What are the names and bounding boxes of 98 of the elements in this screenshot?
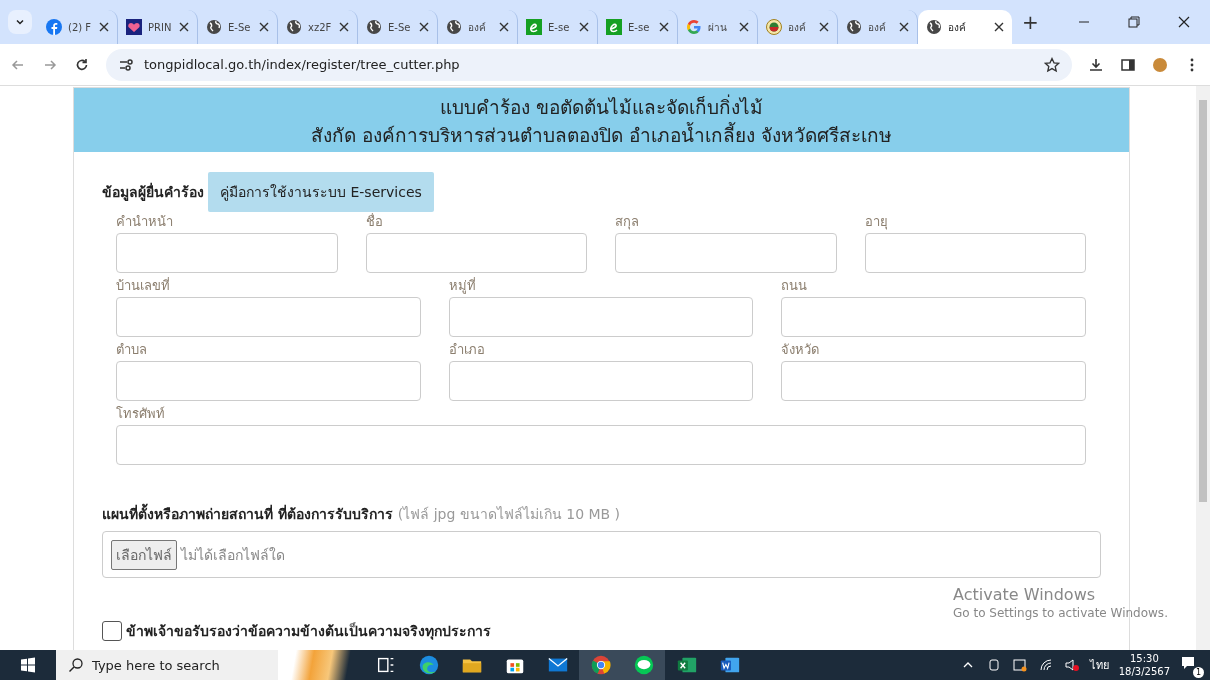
caret-icon (15, 17, 25, 27)
windows-start-icon[interactable] (20, 657, 36, 673)
tab-title: องค์ (468, 20, 487, 35)
new-tab-button[interactable]: + (1022, 12, 1039, 32)
heart-app-icon (126, 19, 142, 35)
field-label: คำนำหน้า (116, 214, 174, 230)
emblem-icon (766, 19, 782, 35)
notification-icon (1180, 655, 1196, 671)
close-icon[interactable] (99, 22, 109, 32)
close-icon[interactable] (659, 22, 669, 32)
input-field[interactable] (448, 297, 754, 337)
taskbar-search-field[interactable]: Type here to search (56, 650, 278, 680)
input-field[interactable] (615, 233, 837, 273)
globe-icon (366, 19, 382, 35)
search-icon (68, 657, 84, 673)
profile-avatar-icon[interactable] (1152, 56, 1168, 73)
activation-title: Activate Windows (953, 585, 1097, 604)
scrollbar[interactable] (1196, 86, 1210, 650)
screen-icon[interactable] (1011, 657, 1028, 673)
restore-icon[interactable] (1126, 14, 1142, 30)
close-icon[interactable] (994, 22, 1004, 32)
address-bar[interactable]: tongpidlocal.go.th/index/register/tree_cutter.php (106, 48, 1072, 81)
consent-checkbox[interactable] (102, 621, 122, 641)
field-label: ตำบล (116, 342, 148, 358)
browser-tab[interactable]: องค์ (918, 10, 1012, 44)
section-label: ข้อมูลผู้ยื่นคำร้อง (102, 181, 204, 203)
input-field[interactable] (864, 233, 1086, 273)
tab-title: PRIN (148, 21, 173, 33)
star-icon[interactable] (1044, 56, 1060, 73)
file-upload-field[interactable]: เลือกไฟล์ ไม่ได้เลือกไฟล์ใด (102, 531, 1101, 578)
tab-title: E-se (548, 21, 571, 33)
google-icon (686, 19, 702, 35)
field-label: จังหวัด (781, 342, 821, 358)
input-field[interactable] (781, 297, 1086, 337)
speaker-muted-icon[interactable] (1063, 657, 1080, 673)
close-icon[interactable] (499, 22, 509, 32)
e-letter-icon (526, 19, 542, 35)
close-icon[interactable] (419, 22, 429, 32)
site-settings-icon[interactable] (118, 56, 134, 73)
form-title: สังกัด องค์การบริหารส่วนตำบลตองปิด อำเภอน้ำเกลี้ยง จังหวัดศรีสะเกษ (309, 121, 894, 148)
close-icon[interactable] (579, 22, 589, 32)
consent-text: ข้าพเจ้าขอรับรองว่าข้อความข้างต้นเป็นความจริงทุกประการ (126, 621, 491, 642)
reload-icon[interactable] (74, 56, 90, 73)
side-panel-icon[interactable] (1120, 56, 1136, 73)
close-icon[interactable] (819, 22, 829, 32)
download-icon[interactable] (1088, 56, 1104, 73)
clock[interactable]: 15:30 18/3/2567 (1118, 652, 1170, 678)
tab-title: E-se (628, 21, 651, 33)
input-field[interactable] (116, 297, 421, 337)
field-label: ถนน (781, 278, 809, 294)
globe-icon (846, 19, 862, 35)
close-icon[interactable] (739, 22, 749, 32)
field-label: ชื่อ (365, 214, 384, 230)
field-label: โทรศัพท์ (116, 406, 166, 422)
tab-title: E-Se (388, 21, 412, 33)
close-icon[interactable] (259, 22, 269, 32)
activation-text: Go to Settings to activate Windows. (953, 606, 1168, 620)
input-field[interactable] (116, 233, 338, 273)
close-icon[interactable] (339, 22, 349, 32)
field-label: หมู่ที่ (448, 278, 477, 294)
tab-title: E-Se (228, 21, 252, 33)
field-label: บ้านเลขที่ (116, 278, 171, 294)
input-field[interactable] (781, 361, 1086, 401)
close-icon[interactable] (899, 22, 909, 32)
close-icon[interactable] (1176, 14, 1192, 30)
close-icon[interactable] (179, 22, 189, 32)
search-placeholder: Type here to search (92, 657, 220, 673)
tab-title: องค์ (868, 20, 887, 35)
input-field[interactable] (448, 361, 754, 401)
notification-button[interactable]: 1 (1180, 655, 1202, 675)
globe-icon (926, 19, 942, 35)
input-field[interactable] (116, 425, 1086, 465)
form-title: แบบคำร้อง ขอตัดต้นไม้และจัดเก็บกิ่งไม้ (438, 93, 764, 120)
upload-label: แผนที่ตั้งหรือภาพถ่ายสถานที่ ที่ต้องการรับบริการ (ไฟล์ jpg ขนาดไฟล์ไม่เกิน 10 MB ) (102, 503, 1101, 525)
taskbar-app-button[interactable] (622, 650, 665, 680)
tab-title: องค์ (788, 20, 807, 35)
input-field[interactable] (365, 233, 587, 273)
tab-title: xz2F (308, 21, 333, 33)
field-label: อายุ (864, 214, 889, 230)
tab-title: ผ่าน (708, 20, 728, 35)
chrome-icon[interactable] (589, 654, 612, 676)
facebook-icon (46, 19, 62, 35)
globe-icon (286, 19, 302, 35)
field-label: สกุล (615, 214, 640, 230)
no-file-text: ไม่ได้เลือกไฟล์ใด (181, 545, 285, 565)
globe-icon (206, 19, 222, 35)
input-field[interactable] (116, 361, 421, 401)
e-letter-icon (606, 19, 622, 35)
language-indicator[interactable]: ไทย (1089, 656, 1109, 674)
globe-icon (446, 19, 462, 35)
tab-title: (2) F (68, 21, 93, 33)
wifi-icon[interactable] (1037, 657, 1054, 673)
manual-button[interactable]: คู่มือการใช้งานระบบ E-services (208, 172, 434, 212)
choose-file-button[interactable]: เลือกไฟล์ (111, 539, 177, 570)
url-text: tongpidlocal.go.th/index/register/tree_cutter.php (144, 57, 460, 72)
field-label: อำเภอ (448, 342, 486, 358)
tab-title: องค์ (948, 20, 967, 35)
edge-icon[interactable] (417, 654, 440, 676)
